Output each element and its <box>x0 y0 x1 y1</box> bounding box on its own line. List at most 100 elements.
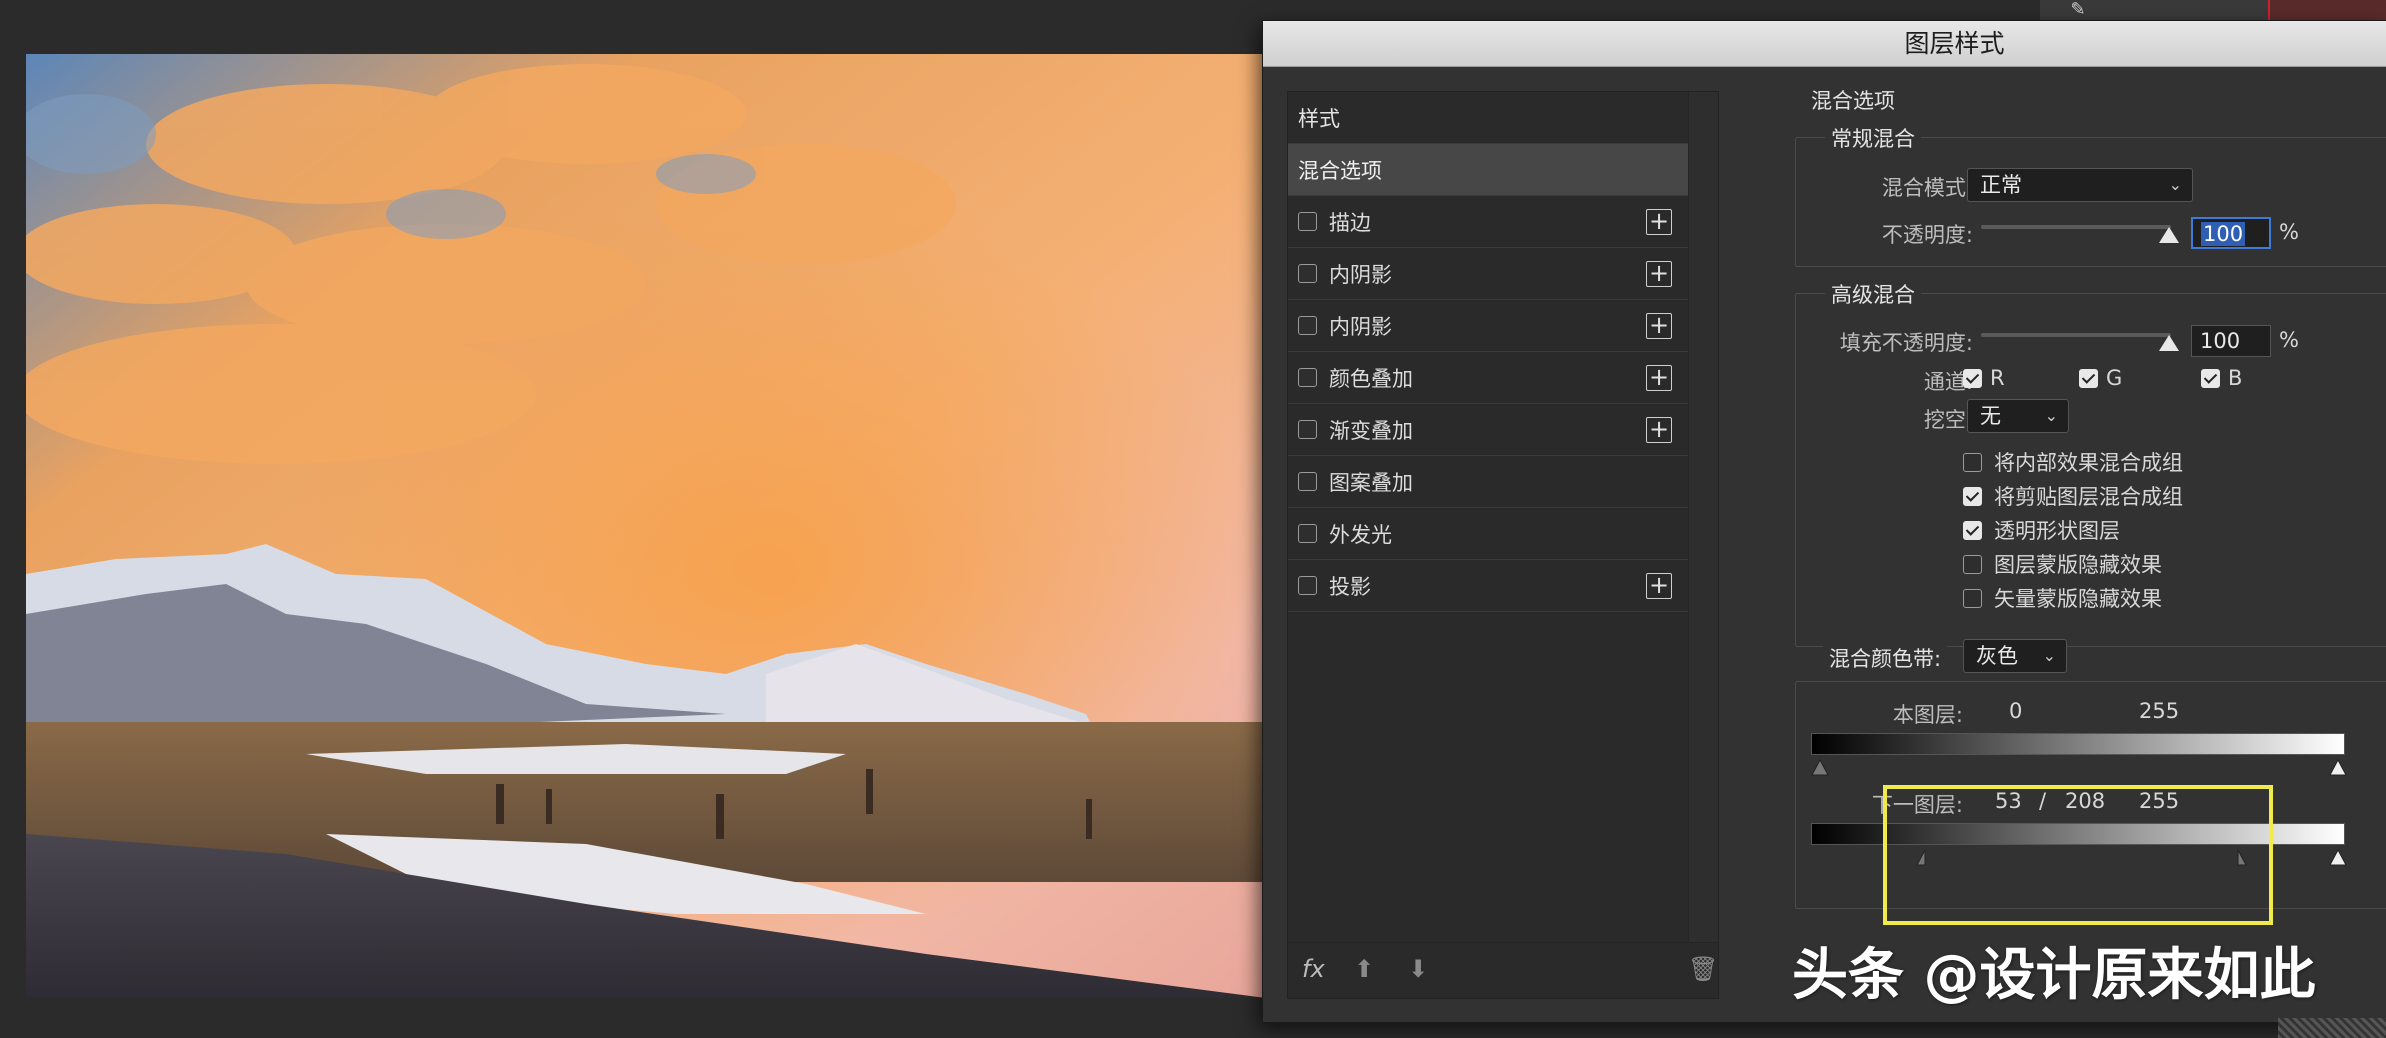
option-label: 图层蒙版隐藏效果 <box>1994 553 2162 577</box>
style-checkbox[interactable] <box>1298 368 1317 387</box>
option-checkbox[interactable] <box>1963 486 1982 506</box>
arrow-down-icon[interactable]: ⬇ <box>1408 955 1428 983</box>
corner-texture <box>2278 1018 2386 1038</box>
channel-r-label: R <box>1990 366 2005 390</box>
fill-opacity-label: 填充不透明度: <box>1839 331 1973 355</box>
add-plus-icon[interactable]: + <box>1646 312 1672 339</box>
channel-b-checkbox[interactable] <box>2201 368 2220 388</box>
styles-header[interactable]: 样式 <box>1288 92 1688 144</box>
this-layer-white-slider[interactable] <box>2329 759 2347 777</box>
style-item-drop-shadow[interactable]: 投影 + <box>1288 560 1688 612</box>
style-item-outer-glow[interactable]: 外发光 <box>1288 508 1688 560</box>
knockout-select[interactable]: 无 ⌄ <box>1967 399 2069 433</box>
fill-opacity-slider[interactable] <box>1981 333 2171 337</box>
style-checkbox[interactable] <box>1298 316 1317 335</box>
blend-if-value: 灰色 <box>1976 644 2018 668</box>
add-plus-icon[interactable]: + <box>1646 364 1672 391</box>
channel-g-checkbox[interactable] <box>2079 368 2098 388</box>
opacity-percent: % <box>2279 220 2299 244</box>
style-checkbox[interactable] <box>1298 420 1317 439</box>
blend-if-label: 混合颜色带: <box>1823 643 1948 673</box>
style-checkbox[interactable] <box>1298 212 1317 231</box>
arrow-up-icon[interactable]: ⬆ <box>1354 955 1374 983</box>
channel-b[interactable]: B <box>2201 366 2242 390</box>
style-item-gradient-overlay[interactable]: 渐变叠加 + <box>1288 404 1688 456</box>
style-item-inner-shadow-2[interactable]: 内阴影 + <box>1288 300 1688 352</box>
this-layer-label: 本图层: <box>1892 703 1963 727</box>
fill-opacity-slider-thumb[interactable] <box>2159 335 2179 351</box>
option-checkbox[interactable] <box>1963 588 1982 608</box>
general-blending-title: 常规混合 <box>1825 123 1921 153</box>
option-label: 将内部效果混合成组 <box>1994 451 2183 475</box>
dialog-title[interactable]: 图层样式 <box>1263 21 2386 67</box>
option-checkbox[interactable] <box>1963 452 1982 472</box>
style-item-label: 颜色叠加 <box>1329 366 1413 391</box>
blend-mode-value: 正常 <box>1980 173 2022 197</box>
add-plus-icon[interactable]: + <box>1646 416 1672 443</box>
option-transparency-shapes[interactable]: 透明形状图层 <box>1963 515 2120 545</box>
chevron-down-icon: ⌄ <box>2168 175 2182 194</box>
fx-menu-icon[interactable]: fx <box>1302 955 1325 983</box>
watermark-text: 头条 @设计原来如此 <box>1792 943 2316 1008</box>
style-item-inner-shadow[interactable]: 内阴影 + <box>1288 248 1688 300</box>
style-item-label: 渐变叠加 <box>1329 418 1413 443</box>
option-label: 透明形状图层 <box>1994 519 2120 543</box>
styles-list-scrollbar[interactable] <box>1688 92 1718 942</box>
add-plus-icon[interactable]: + <box>1646 260 1672 287</box>
layer-thumbnail-fragment <box>2268 0 2386 22</box>
style-checkbox[interactable] <box>1298 472 1317 491</box>
blend-section-title: 混合选项 <box>1811 89 1895 113</box>
style-checkbox[interactable] <box>1298 264 1317 283</box>
knockout-value: 无 <box>1980 404 2001 428</box>
blend-if-select[interactable]: 灰色 ⌄ <box>1963 639 2067 673</box>
brush-tool-icon[interactable]: ✎ <box>2062 0 2094 20</box>
opacity-label: 不透明度: <box>1881 223 1973 247</box>
canvas-photo[interactable] <box>26 54 1266 998</box>
blending-options-item[interactable]: 混合选项 <box>1288 144 1688 196</box>
add-plus-icon[interactable]: + <box>1646 572 1672 599</box>
opacity-input[interactable]: 100 <box>2191 217 2271 249</box>
opacity-slider-thumb[interactable] <box>2159 227 2179 243</box>
option-checkbox[interactable] <box>1963 520 1982 540</box>
style-item-label: 内阴影 <box>1329 262 1392 287</box>
opacity-slider[interactable] <box>1981 225 2171 229</box>
option-label: 矢量蒙版隐藏效果 <box>1994 587 2162 611</box>
style-item-stroke[interactable]: 描边 + <box>1288 196 1688 248</box>
styles-list-footer: fx ⬆ ⬇ 🗑 <box>1288 942 1718 998</box>
fill-opacity-input[interactable]: 100 <box>2191 325 2271 357</box>
advanced-blending-title: 高级混合 <box>1825 279 1921 309</box>
channel-r-checkbox[interactable] <box>1963 368 1982 388</box>
layer-style-dialog: 图层样式 样式 混合选项 描边 + 内阴影 + 内阴影 + 颜色叠加 + 渐变叠… <box>1262 20 2386 1023</box>
styles-list-panel: 样式 混合选项 描边 + 内阴影 + 内阴影 + 颜色叠加 + 渐变叠加 + 图… <box>1287 91 1719 999</box>
channel-g[interactable]: G <box>2079 366 2122 390</box>
highlight-box <box>1883 785 2273 925</box>
style-checkbox[interactable] <box>1298 524 1317 543</box>
opacity-value: 100 <box>2201 222 2246 246</box>
blend-mode-label: 混合模式: <box>1881 176 1973 200</box>
option-blend-interior[interactable]: 将内部效果混合成组 <box>1963 447 2183 477</box>
knockout-label: 挖空: <box>1923 408 1973 432</box>
this-layer-low: 0 <box>2009 699 2023 723</box>
option-vector-mask-hides[interactable]: 矢量蒙版隐藏效果 <box>1963 583 2162 613</box>
trash-icon[interactable]: 🗑 <box>1688 955 1718 983</box>
style-item-pattern-overlay[interactable]: 图案叠加 <box>1288 456 1688 508</box>
style-item-label: 外发光 <box>1329 522 1392 547</box>
blend-mode-select[interactable]: 正常 ⌄ <box>1967 168 2193 202</box>
channel-r[interactable]: R <box>1963 366 2005 390</box>
style-item-label: 内阴影 <box>1329 314 1392 339</box>
option-label: 将剪贴图层混合成组 <box>1994 485 2183 509</box>
add-plus-icon[interactable]: + <box>1646 208 1672 235</box>
style-item-color-overlay[interactable]: 颜色叠加 + <box>1288 352 1688 404</box>
underlying-white-slider[interactable] <box>2329 849 2347 867</box>
this-layer-black-slider[interactable] <box>1811 759 1829 777</box>
chevron-down-icon: ⌄ <box>2042 646 2056 665</box>
option-checkbox[interactable] <box>1963 554 1982 574</box>
channel-b-label: B <box>2228 366 2243 390</box>
option-blend-clipped[interactable]: 将剪贴图层混合成组 <box>1963 481 2183 511</box>
chevron-down-icon: ⌄ <box>2044 406 2058 425</box>
style-item-label: 描边 <box>1329 210 1371 235</box>
this-layer-gradient[interactable] <box>1811 733 2345 755</box>
style-checkbox[interactable] <box>1298 576 1317 595</box>
style-item-label: 投影 <box>1329 574 1371 599</box>
option-layer-mask-hides[interactable]: 图层蒙版隐藏效果 <box>1963 549 2162 579</box>
